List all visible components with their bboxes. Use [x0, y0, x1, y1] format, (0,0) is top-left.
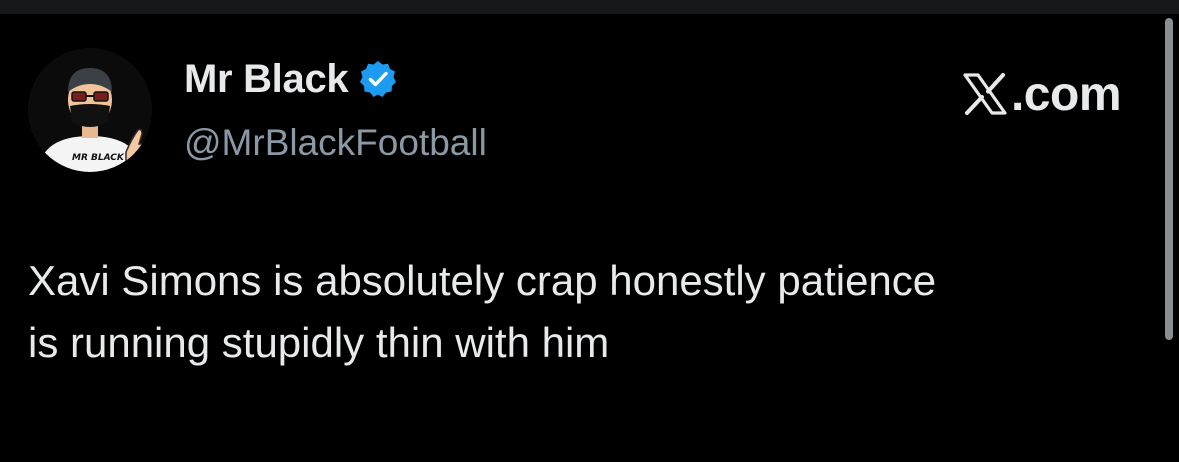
user-handle[interactable]: @MrBlackFootball: [184, 122, 487, 164]
tweet-card: MR BLACK Mr Black @MrBlackFootball .com …: [0, 14, 1179, 462]
display-name-row: Mr Black: [184, 54, 398, 104]
tweet-text: Xavi Simons is absolutely crap honestly …: [28, 257, 937, 366]
avatar-illustration-icon: MR BLACK: [28, 48, 152, 172]
top-strip: [0, 0, 1179, 14]
x-com-logo: .com: [961, 66, 1122, 122]
avatar-shirt-text: MR BLACK: [72, 153, 125, 163]
scrollbar[interactable]: [1165, 18, 1173, 340]
x-domain-text: .com: [1010, 67, 1122, 121]
display-name[interactable]: Mr Black: [184, 57, 349, 102]
verified-badge-icon: [358, 59, 398, 99]
avatar[interactable]: MR BLACK: [28, 48, 152, 172]
x-logo-icon: [961, 70, 1009, 118]
